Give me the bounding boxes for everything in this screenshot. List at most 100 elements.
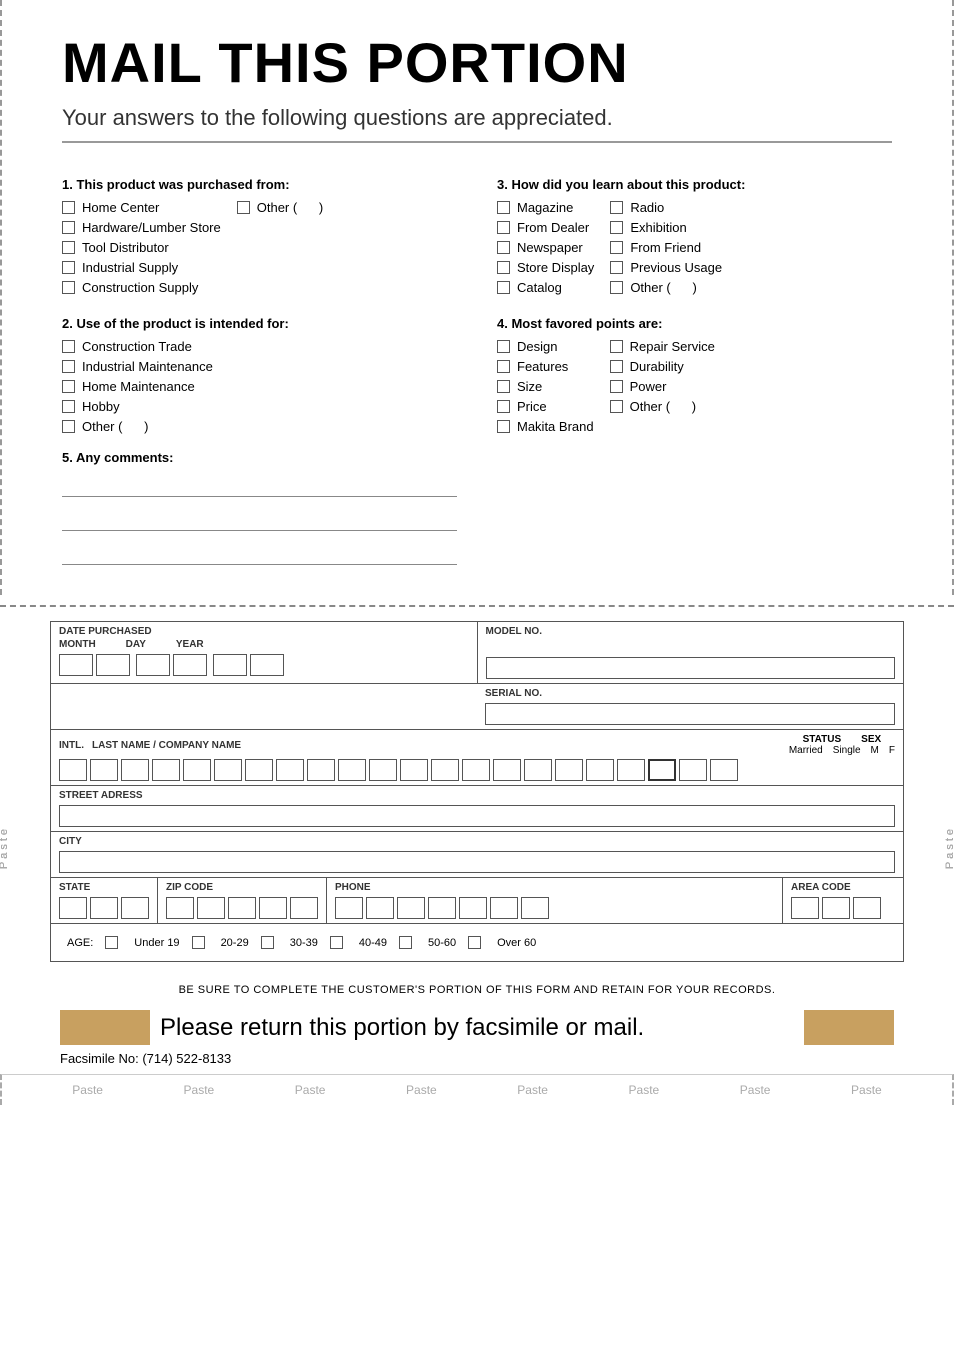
checkbox-hardware[interactable] [62, 221, 75, 234]
q2-item-1[interactable]: Construction Trade [62, 339, 457, 354]
q4-other[interactable]: Other ( ) [610, 399, 715, 414]
checkbox-durability[interactable] [610, 360, 623, 373]
q4-design[interactable]: Design [497, 339, 594, 354]
checkbox-size[interactable] [497, 380, 510, 393]
name-box-17[interactable] [555, 759, 583, 781]
q3-catalog[interactable]: Catalog [497, 280, 594, 295]
day-box-2[interactable] [173, 654, 207, 676]
checkbox-catalog[interactable] [497, 281, 510, 294]
card-form: DATE PURCHASED MONTH DAY YEAR [50, 621, 904, 962]
q2-item-2[interactable]: Industrial Maintenance [62, 359, 457, 374]
checkbox-other-q4[interactable] [610, 400, 623, 413]
q3-title: 3. How did you learn about this product: [497, 177, 892, 192]
checkbox-repair[interactable] [610, 340, 623, 353]
checkbox-construction-trade[interactable] [62, 340, 75, 353]
name-box-7[interactable] [245, 759, 273, 781]
row-city: CITY [51, 832, 903, 878]
q3-previous[interactable]: Previous Usage [610, 260, 722, 275]
checkbox-magazine[interactable] [497, 201, 510, 214]
name-box-16[interactable] [524, 759, 552, 781]
month-box-1[interactable] [59, 654, 93, 676]
name-box-11[interactable] [369, 759, 397, 781]
q3-dealer[interactable]: From Dealer [497, 220, 594, 235]
checkbox-home-maint[interactable] [62, 380, 75, 393]
q3-radio[interactable]: Radio [610, 200, 722, 215]
name-box-1[interactable] [59, 759, 87, 781]
name-box-8[interactable] [276, 759, 304, 781]
name-box-10[interactable] [338, 759, 366, 781]
name-box-6[interactable] [214, 759, 242, 781]
q1-item-3[interactable]: Tool Distributor [62, 240, 221, 255]
q4-durability[interactable]: Durability [610, 359, 715, 374]
name-box-21[interactable] [679, 759, 707, 781]
q1-item-5[interactable]: Construction Supply [62, 280, 221, 295]
checkbox-price[interactable] [497, 400, 510, 413]
q2-item-4[interactable]: Hobby [62, 399, 457, 414]
row-street: STREET ADRESS [51, 786, 903, 832]
q3-friend[interactable]: From Friend [610, 240, 722, 255]
checkbox-design[interactable] [497, 340, 510, 353]
q4-power[interactable]: Power [610, 379, 715, 394]
age-cb-5[interactable] [399, 936, 412, 949]
checkbox-construction[interactable] [62, 281, 75, 294]
q3-newspaper[interactable]: Newspaper [497, 240, 594, 255]
name-box-22[interactable] [710, 759, 738, 781]
name-box-9[interactable] [307, 759, 335, 781]
day-box-1[interactable] [136, 654, 170, 676]
q2-item-3[interactable]: Home Maintenance [62, 379, 457, 394]
q4-size[interactable]: Size [497, 379, 594, 394]
q4-repair[interactable]: Repair Service [610, 339, 715, 354]
name-box-3[interactable] [121, 759, 149, 781]
checkbox-friend[interactable] [610, 241, 623, 254]
city-cell: CITY [51, 832, 903, 877]
checkbox-dealer[interactable] [497, 221, 510, 234]
checkbox-home-center[interactable] [62, 201, 75, 214]
q3-other[interactable]: Other ( ) [610, 280, 722, 295]
name-box-19[interactable] [617, 759, 645, 781]
age-cb-1[interactable] [105, 936, 118, 949]
name-box-20[interactable] [648, 759, 676, 781]
age-cb-2[interactable] [192, 936, 205, 949]
q1-item-4[interactable]: Industrial Supply [62, 260, 221, 275]
checkbox-newspaper[interactable] [497, 241, 510, 254]
name-box-2[interactable] [90, 759, 118, 781]
q3-store[interactable]: Store Display [497, 260, 594, 275]
q4-features[interactable]: Features [497, 359, 594, 374]
q2-other[interactable]: Other ( ) [62, 419, 457, 434]
checkbox-hobby[interactable] [62, 400, 75, 413]
name-box-4[interactable] [152, 759, 180, 781]
checkbox-radio[interactable] [610, 201, 623, 214]
checkbox-industrial-maint[interactable] [62, 360, 75, 373]
name-box-18[interactable] [586, 759, 614, 781]
checkbox-previous[interactable] [610, 261, 623, 274]
year-box-2[interactable] [250, 654, 284, 676]
q2-title: 2. Use of the product is intended for: [62, 316, 457, 331]
checkbox-tool-dist[interactable] [62, 241, 75, 254]
q4-price[interactable]: Price [497, 399, 594, 414]
name-box-15[interactable] [493, 759, 521, 781]
year-box-1[interactable] [213, 654, 247, 676]
checkbox-other-q3[interactable] [610, 281, 623, 294]
q1-other[interactable]: Other ( ) [237, 200, 323, 215]
age-cb-4[interactable] [330, 936, 343, 949]
q1-item-1[interactable]: Home Center [62, 200, 221, 215]
checkbox-other-q2[interactable] [62, 420, 75, 433]
checkbox-exhibition[interactable] [610, 221, 623, 234]
q3-exhibition[interactable]: Exhibition [610, 220, 722, 235]
q1-item-2[interactable]: Hardware/Lumber Store [62, 220, 221, 235]
name-box-13[interactable] [431, 759, 459, 781]
checkbox-store-display[interactable] [497, 261, 510, 274]
checkbox-power[interactable] [610, 380, 623, 393]
month-box-2[interactable] [96, 654, 130, 676]
name-box-5[interactable] [183, 759, 211, 781]
age-cb-3[interactable] [261, 936, 274, 949]
checkbox-other-q1[interactable] [237, 201, 250, 214]
checkbox-makita[interactable] [497, 420, 510, 433]
checkbox-features[interactable] [497, 360, 510, 373]
q3-magazine[interactable]: Magazine [497, 200, 594, 215]
checkbox-industrial[interactable] [62, 261, 75, 274]
name-box-12[interactable] [400, 759, 428, 781]
name-box-14[interactable] [462, 759, 490, 781]
q4-makita[interactable]: Makita Brand [497, 419, 594, 434]
age-cb-6[interactable] [468, 936, 481, 949]
